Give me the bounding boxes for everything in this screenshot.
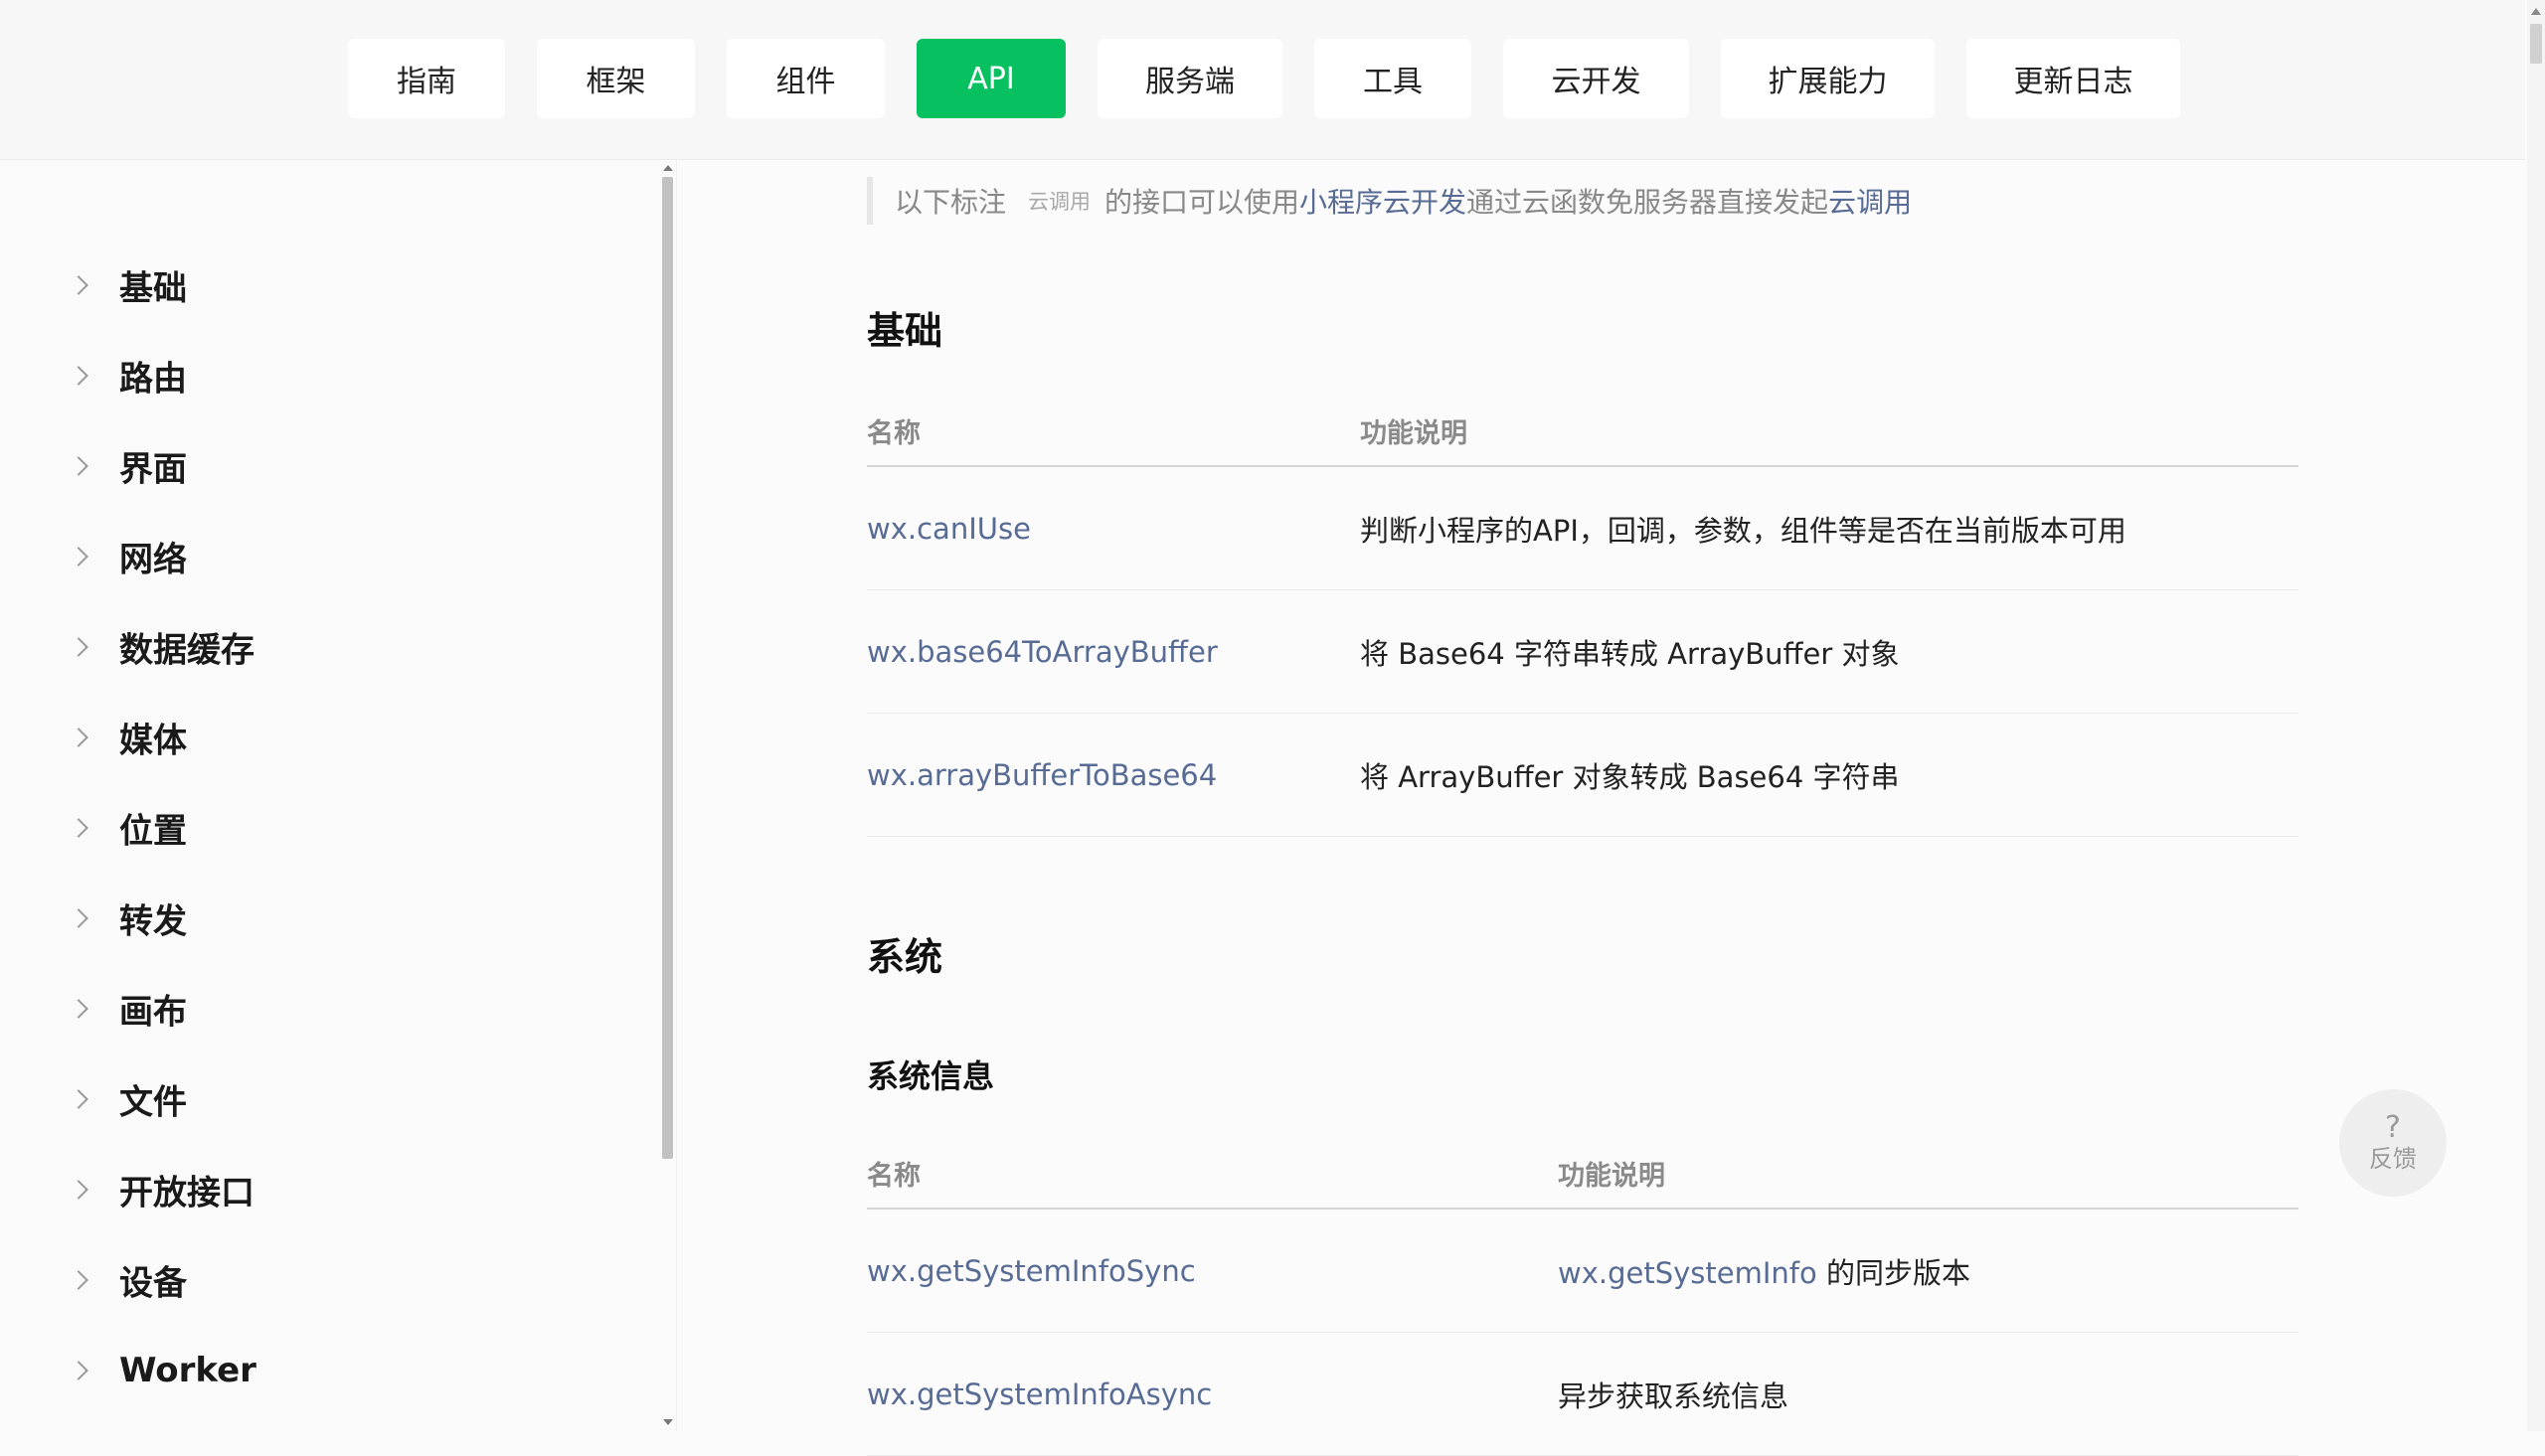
column-header-name: 名称: [867, 418, 921, 449]
sidebar-item-location[interactable]: 位置: [0, 782, 656, 873]
cloud-call-notice: 以下标注 云调用 的接口可以使用 小程序云开发 通过云函数免服务器直接发起 云调…: [867, 177, 1912, 225]
chevron-right-icon: [69, 365, 88, 386]
notice-prefix: 以下标注: [895, 186, 1007, 219]
notice-middle2: 通过云函数免服务器直接发起: [1466, 186, 1829, 219]
sidebar-item-storage[interactable]: 数据缓存: [0, 601, 656, 692]
sidebar-item-label: 数据缓存: [119, 630, 254, 670]
api-link-getSystemInfoSync[interactable]: wx.getSystemInfoSync: [867, 1254, 1196, 1288]
table-header: 名称 功能说明: [867, 1132, 2298, 1210]
api-link-getSystemInfo[interactable]: wx.getSystemInfo: [1558, 1256, 1817, 1290]
chevron-right-icon: [69, 546, 88, 566]
chevron-right-icon: [69, 817, 88, 838]
sidebar-item-ui[interactable]: 界面: [0, 420, 656, 511]
scroll-down-arrow-icon[interactable]: [663, 1419, 673, 1425]
sidebar-item-label: 基础: [119, 268, 187, 308]
sidebar-item-network[interactable]: 网络: [0, 511, 656, 601]
api-description: wx.getSystemInfo 的同步版本: [1558, 1250, 1970, 1292]
section-title-basic: 基础: [867, 309, 943, 353]
tab-server[interactable]: 服务端: [1098, 39, 1282, 118]
chevron-right-icon: [69, 998, 88, 1019]
sidebar-item-label: 位置: [119, 811, 187, 851]
api-link-getSystemInfoAsync[interactable]: wx.getSystemInfoAsync: [867, 1377, 1212, 1411]
cloud-call-link[interactable]: 云调用: [1828, 181, 1912, 221]
sidebar-item-media[interactable]: 媒体: [0, 692, 656, 782]
chevron-right-icon: [69, 907, 88, 928]
table-header: 名称 功能说明: [867, 390, 2298, 467]
chevron-right-icon: [69, 636, 88, 657]
sidebar-item-label: Worker: [119, 1350, 256, 1390]
page-scrollbar[interactable]: [2527, 0, 2545, 1431]
system-info-api-table: 名称 功能说明 wx.getSystemInfoSync wx.getSyste…: [867, 1132, 2298, 1456]
basic-api-table: 名称 功能说明 wx.canIUse 判断小程序的API，回调，参数，组件等是否…: [867, 390, 2298, 837]
sidebar-item-canvas[interactable]: 画布: [0, 963, 656, 1053]
api-description: 将 ArrayBuffer 对象转成 Base64 字符串: [1360, 759, 1900, 794]
sidebar-item-device[interactable]: 设备: [0, 1234, 656, 1325]
notice-middle: 的接口可以使用: [1104, 186, 1300, 219]
sidebar-item-label: 开放接口: [119, 1173, 254, 1213]
sidebar-item-label: 界面: [119, 449, 187, 489]
api-description-text: 的同步版本: [1816, 1255, 1970, 1290]
tab-framework[interactable]: 框架: [537, 39, 695, 118]
sidebar-item-route[interactable]: 路由: [0, 330, 656, 420]
api-link-base64ToArrayBuffer[interactable]: wx.base64ToArrayBuffer: [867, 635, 1218, 669]
sidebar-item-label: 画布: [119, 992, 187, 1032]
sidebar-item-label: 媒体: [119, 721, 187, 760]
section-title-system: 系统: [867, 935, 943, 979]
sidebar-item-label: 设备: [119, 1263, 187, 1303]
page-scroll-up-arrow-icon[interactable]: [2531, 8, 2541, 15]
sidebar-item-share[interactable]: 转发: [0, 873, 656, 963]
scroll-up-arrow-icon[interactable]: [663, 165, 673, 171]
question-mark-icon: ?: [2385, 1110, 2401, 1145]
sidebar-item-label: 路由: [119, 359, 187, 399]
subsection-title-system-info: 系统信息: [867, 1057, 995, 1095]
sidebar-item-label: 网络: [119, 540, 187, 579]
api-description: 将 Base64 字符串转成 ArrayBuffer 对象: [1360, 636, 1900, 671]
cloud-call-tag: 云调用: [1028, 190, 1092, 214]
column-header-name: 名称: [867, 1161, 921, 1192]
chevron-right-icon: [69, 1088, 88, 1109]
chevron-right-icon: [69, 727, 88, 747]
tab-guide[interactable]: 指南: [348, 39, 505, 118]
api-sidebar: 基础 路由 界面 网络 数据缓存 媒体 位置 转发 画布 文件 开放接口 设备 …: [0, 160, 677, 1431]
feedback-label: 反馈: [2369, 1145, 2417, 1173]
sidebar-item-worker[interactable]: Worker: [0, 1325, 656, 1415]
tab-components[interactable]: 组件: [727, 39, 885, 118]
sidebar-scroll-thumb[interactable]: [662, 177, 673, 1159]
top-nav-bar: 指南 框架 组件 API 服务端 工具 云开发 扩展能力 更新日志: [0, 0, 2525, 160]
column-header-desc: 功能说明: [1360, 418, 1467, 449]
api-description: 异步获取系统信息: [1558, 1378, 1789, 1413]
table-row: wx.getSystemInfoAsync 异步获取系统信息: [867, 1333, 2298, 1456]
chevron-right-icon: [69, 1179, 88, 1200]
sidebar-item-file[interactable]: 文件: [0, 1053, 656, 1144]
api-description: 判断小程序的API，回调，参数，组件等是否在当前版本可用: [1360, 513, 2126, 548]
chevron-right-icon: [69, 1360, 88, 1380]
column-header-desc: 功能说明: [1558, 1161, 1665, 1192]
api-link-arrayBufferToBase64[interactable]: wx.arrayBufferToBase64: [867, 758, 1217, 792]
table-row: wx.arrayBufferToBase64 将 ArrayBuffer 对象转…: [867, 714, 2298, 837]
tab-changelog[interactable]: 更新日志: [1966, 39, 2180, 118]
api-link-canIUse[interactable]: wx.canIUse: [867, 512, 1031, 546]
table-row: wx.canIUse 判断小程序的API，回调，参数，组件等是否在当前版本可用: [867, 467, 2298, 590]
chevron-right-icon: [69, 455, 88, 476]
cloud-dev-link[interactable]: 小程序云开发: [1299, 181, 1466, 221]
feedback-button[interactable]: ? 反馈: [2339, 1089, 2447, 1197]
nav-tabs: 指南 框架 组件 API 服务端 工具 云开发 扩展能力 更新日志: [0, 0, 2525, 159]
table-row: wx.base64ToArrayBuffer 将 Base64 字符串转成 Ar…: [867, 590, 2298, 714]
chevron-right-icon: [69, 1269, 88, 1290]
tab-api[interactable]: API: [917, 39, 1066, 118]
sidebar-item-open-api[interactable]: 开放接口: [0, 1144, 656, 1234]
tab-extensions[interactable]: 扩展能力: [1721, 39, 1935, 118]
table-row: wx.getSystemInfoSync wx.getSystemInfo 的同…: [867, 1210, 2298, 1333]
tab-tools[interactable]: 工具: [1314, 39, 1471, 118]
chevron-right-icon: [69, 274, 88, 295]
sidebar-item-label: 转发: [119, 901, 187, 941]
page-scroll-thumb[interactable]: [2530, 24, 2542, 64]
tab-cloud-dev[interactable]: 云开发: [1503, 39, 1689, 118]
sidebar-item-basic[interactable]: 基础: [0, 240, 656, 330]
sidebar-item-label: 文件: [119, 1082, 187, 1122]
